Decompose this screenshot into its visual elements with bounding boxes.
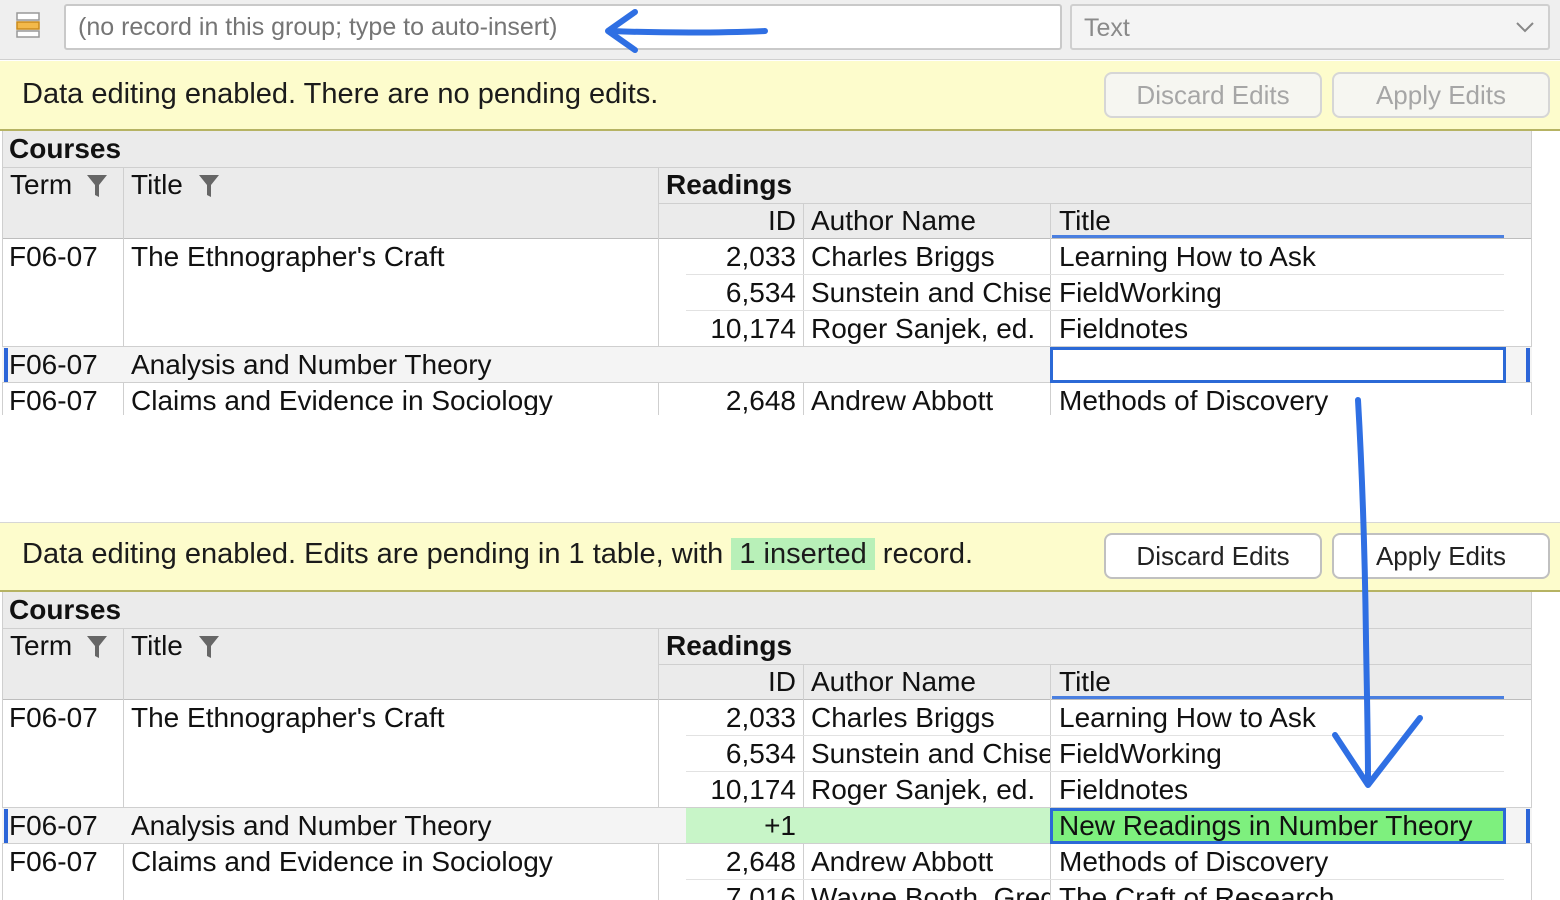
cell-title[interactable]: The Ethnographer's Craft — [131, 239, 656, 275]
inserted-count-badge: 1 inserted — [731, 538, 875, 570]
row-insert-icon[interactable] — [16, 12, 40, 38]
cell-reading-id[interactable]: 10,174 — [686, 311, 796, 347]
cell-reading-title[interactable]: Learning How to Ask — [1059, 700, 1504, 736]
cell-reading-title[interactable]: New Readings in Number Theory — [1059, 808, 1499, 844]
chevron-down-icon — [1516, 22, 1534, 33]
filter-icon[interactable] — [86, 173, 108, 199]
discard-edits-button[interactable]: Discard Edits — [1104, 72, 1322, 118]
cell-reading-author[interactable]: Wayne Booth, Gregory Colomb — [811, 880, 1050, 900]
cell-reading-author[interactable]: Sunstein and Chiseri-Strater — [811, 736, 1050, 772]
column-header-author[interactable]: Author Name — [811, 205, 976, 237]
column-header-term[interactable]: Term — [10, 630, 72, 662]
cell-reading-id[interactable]: 2,033 — [686, 700, 796, 736]
cell-reading-title[interactable]: Methods of Discovery — [1059, 844, 1504, 880]
cell-reading-id[interactable]: 6,534 — [686, 275, 796, 311]
column-header-reading-title[interactable]: Title — [1059, 205, 1111, 237]
cell-reading-title[interactable]: The Craft of Research — [1059, 880, 1504, 900]
banner-message: Data editing enabled. Edits are pending … — [22, 538, 973, 571]
cell-reading-title[interactable]: Fieldnotes — [1059, 772, 1504, 808]
cell-reading-author[interactable]: Charles Briggs — [811, 700, 1050, 736]
apply-edits-button[interactable]: Apply Edits — [1332, 533, 1550, 579]
cell-title[interactable]: Claims and Evidence in Sociology — [131, 383, 656, 415]
apply-edits-button[interactable]: Apply Edits — [1332, 72, 1550, 118]
column-header-term[interactable]: Term — [10, 169, 72, 201]
readings-header: Readings — [666, 630, 793, 661]
type-select-value: Text — [1084, 14, 1130, 42]
column-header-author[interactable]: Author Name — [811, 666, 976, 698]
cell-title[interactable]: Analysis and Number Theory — [131, 808, 656, 844]
cell-term[interactable]: F06-07 — [9, 347, 121, 383]
auto-insert-input[interactable] — [64, 4, 1062, 50]
cell-reading-title[interactable]: FieldWorking — [1059, 736, 1504, 772]
results-table-before: Courses Term Title Readings ID Author Na… — [0, 131, 1560, 415]
column-header-title[interactable]: Title — [131, 630, 183, 662]
cell-reading-id[interactable]: 2,648 — [686, 383, 796, 415]
cell-reading-author[interactable]: Sunstein and Chiseri-Strater — [811, 275, 1050, 311]
cell-reading-title[interactable]: Methods of Discovery — [1059, 383, 1504, 415]
discard-edits-button[interactable]: Discard Edits — [1104, 533, 1322, 579]
cell-term[interactable]: F06-07 — [9, 700, 121, 736]
filter-icon[interactable] — [198, 634, 220, 660]
cell-title[interactable]: Claims and Evidence in Sociology — [131, 844, 656, 880]
cell-term[interactable]: F06-07 — [9, 383, 121, 415]
readings-header: Readings — [666, 169, 793, 200]
cell-reading-author[interactable]: Andrew Abbott — [811, 844, 1050, 880]
type-select[interactable]: Text — [1070, 4, 1550, 50]
results-table-after: Courses Term Title Readings ID Author Na… — [0, 592, 1560, 900]
group-title: Courses — [9, 594, 122, 625]
cell-reading-id[interactable]: 7,016 — [686, 880, 796, 900]
cell-reading-title[interactable]: Learning How to Ask — [1059, 239, 1504, 275]
banner-suffix: record. — [882, 538, 974, 570]
cell-reading-id[interactable]: +1 — [686, 808, 796, 844]
empty-reading-title-cell[interactable] — [1050, 347, 1506, 383]
cell-reading-author[interactable]: Roger Sanjek, ed. — [811, 772, 1050, 808]
cell-reading-title[interactable]: FieldWorking — [1059, 275, 1504, 311]
cell-term[interactable]: F06-07 — [9, 808, 121, 844]
column-header-id[interactable]: ID — [660, 205, 796, 237]
cell-reading-id[interactable]: 2,033 — [686, 239, 796, 275]
banner-message: Data editing enabled. There are no pendi… — [22, 78, 659, 110]
cell-reading-author[interactable]: Roger Sanjek, ed. — [811, 311, 1050, 347]
group-title: Courses — [9, 133, 122, 164]
column-header-reading-title[interactable]: Title — [1059, 666, 1111, 698]
cell-reading-author[interactable]: Andrew Abbott — [811, 383, 1050, 415]
cell-reading-id[interactable]: 2,648 — [686, 844, 796, 880]
cell-reading-title[interactable]: Fieldnotes — [1059, 311, 1504, 347]
cell-reading-id[interactable]: 6,534 — [686, 736, 796, 772]
cell-title[interactable]: The Ethnographer's Craft — [131, 700, 656, 736]
cell-reading-author[interactable]: Charles Briggs — [811, 239, 1050, 275]
cell-term[interactable]: F06-07 — [9, 844, 121, 880]
cell-term[interactable]: F06-07 — [9, 239, 121, 275]
filter-icon[interactable] — [198, 173, 220, 199]
column-header-id[interactable]: ID — [660, 666, 796, 698]
cell-title[interactable]: Analysis and Number Theory — [131, 347, 656, 383]
cell-reading-id[interactable]: 10,174 — [686, 772, 796, 808]
column-header-title[interactable]: Title — [131, 169, 183, 201]
banner-prefix: Data editing enabled. Edits are pending … — [22, 538, 724, 570]
filter-icon[interactable] — [86, 634, 108, 660]
cell-reading-author[interactable] — [811, 808, 1050, 844]
